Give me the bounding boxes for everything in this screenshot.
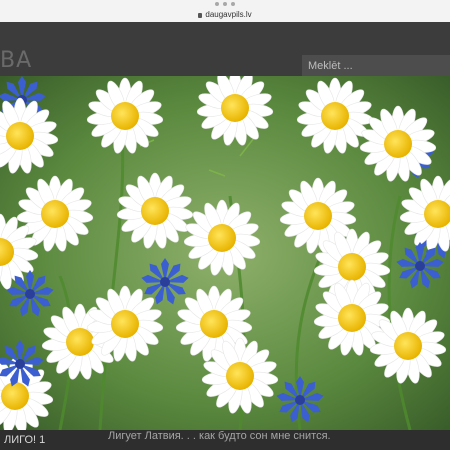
site-header bbox=[0, 22, 450, 77]
hero-caption-bar: ЛИГО! 1 Лигует Латвия. . . как будто сон… bbox=[0, 430, 450, 450]
lock-icon bbox=[198, 13, 203, 18]
hero-image bbox=[0, 76, 450, 430]
url-text: daugavpils.lv bbox=[205, 10, 252, 19]
browser-address-bar[interactable]: daugavpils.lv bbox=[0, 0, 450, 23]
flowers-photo bbox=[0, 76, 450, 430]
browser-menu-dots-icon[interactable] bbox=[215, 1, 235, 7]
caption-left-text[interactable]: ЛИГО! 1 bbox=[4, 434, 45, 446]
site-logo[interactable]: BA bbox=[0, 48, 32, 73]
url-display[interactable]: daugavpils.lv bbox=[0, 10, 450, 19]
search-input[interactable] bbox=[302, 55, 450, 77]
caption-text[interactable]: Лигует Латвия. . . как будто сон мне сни… bbox=[108, 430, 331, 442]
